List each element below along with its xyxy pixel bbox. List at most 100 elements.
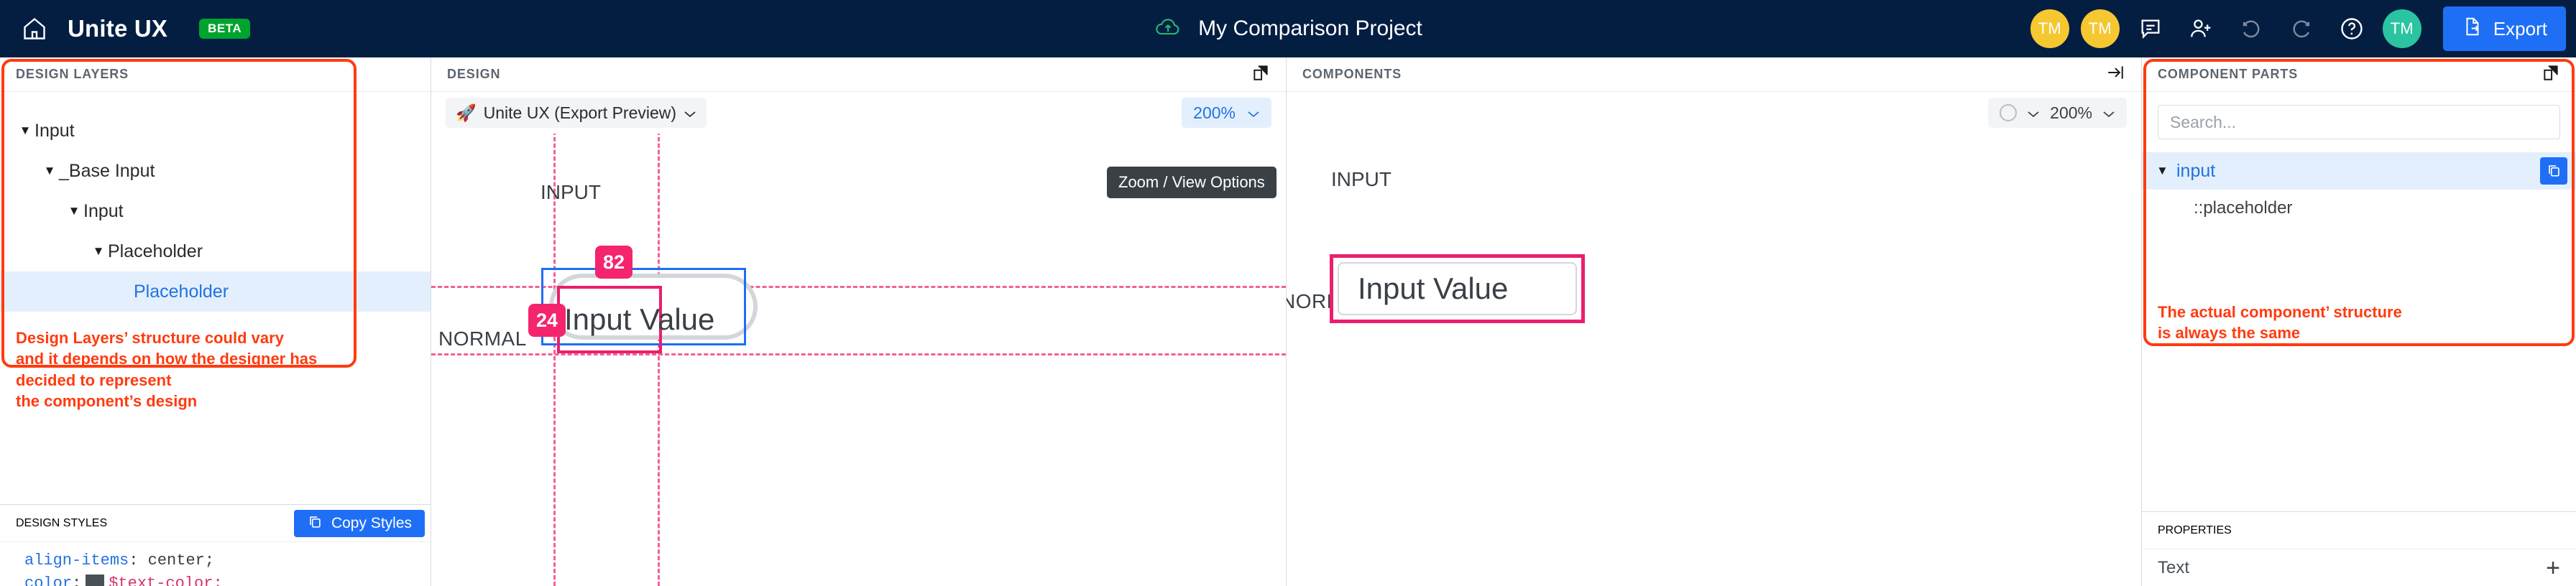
property-label: Text	[2158, 557, 2190, 577]
panel-title: DESIGN LAYERS	[16, 67, 129, 81]
css-property: align-items	[24, 552, 129, 569]
design-styles-title: DESIGN STYLES	[16, 516, 108, 529]
undo-icon[interactable]	[2226, 0, 2276, 57]
page-title: My Comparison Project	[1198, 17, 1422, 40]
redo-icon[interactable]	[2276, 0, 2327, 57]
tree-row[interactable]: ▼ Input	[0, 191, 431, 231]
css-property: color	[24, 574, 73, 586]
main-area: DESIGN LAYERS ▼ Input ▼ _Base Input ▼ In…	[0, 57, 2576, 586]
canvas-label-input: INPUT	[1331, 168, 1392, 190]
chevron-down-icon[interactable]: ▼	[16, 124, 34, 138]
help-icon[interactable]	[2327, 0, 2377, 57]
parts-row-selected[interactable]: ▼ input	[2142, 152, 2576, 190]
panel-title: COMPONENTS	[1302, 67, 1402, 81]
project-title-group: My Comparison Project	[1154, 17, 1422, 42]
design-canvas[interactable]: INPUT NORMAL Input Value 82 24	[431, 134, 1286, 586]
tree-row[interactable]: ▼ Placeholder	[0, 231, 431, 271]
annotation-text-right: The actual component’ structure is alway…	[2158, 303, 2402, 343]
components-theme-dropdown[interactable]: 200%	[1988, 98, 2127, 128]
zoom-value: 200%	[1193, 103, 1236, 122]
copy-styles-button[interactable]: Copy Styles	[293, 509, 425, 537]
chevron-down-icon[interactable]: ▼	[2156, 164, 2176, 178]
tree-item-label: Placeholder	[134, 281, 229, 302]
canvas-label-input: INPUT	[540, 181, 601, 203]
top-bar: Unite UX BETA My Comparison Project TM T…	[0, 0, 2576, 57]
property-row[interactable]: Text +	[2142, 549, 2576, 586]
home-icon[interactable]	[20, 16, 49, 42]
chevron-down-icon[interactable]: ▼	[65, 204, 83, 218]
design-panel-header: DESIGN	[431, 57, 1286, 92]
properties-header: PROPERTIES	[2142, 511, 2576, 549]
tree-row[interactable]: ▼ Input	[0, 111, 431, 151]
export-file-icon	[2462, 16, 2483, 42]
chevron-down-icon	[1247, 103, 1260, 123]
design-source-dropdown[interactable]: 🚀 Unite UX (Export Preview)	[446, 98, 707, 128]
parts-item-label: ::placeholder	[2194, 198, 2293, 218]
guide-line-horizontal	[431, 353, 1286, 355]
copy-styles-label: Copy Styles	[331, 514, 412, 531]
component-parts-header: COMPONENT PARTS	[2142, 57, 2576, 92]
design-styles-code: align-items: center; color: $text-color;	[0, 541, 431, 586]
panel-layout-icon[interactable]	[1251, 63, 1270, 85]
tree-row[interactable]: ▼ _Base Input	[0, 151, 431, 191]
add-property-icon[interactable]: +	[2546, 556, 2560, 580]
components-panel-header: COMPONENTS	[1287, 57, 2141, 92]
css-variable: $text-color;	[109, 574, 223, 586]
design-panel: DESIGN 🚀 Unite UX (Export Preview) 200%	[431, 57, 1287, 586]
copy-part-button[interactable]	[2540, 157, 2567, 185]
search-input[interactable]	[2158, 105, 2560, 139]
component-parts-panel: COMPONENT PARTS ▼ input	[2142, 57, 2576, 586]
component-input[interactable]: Input Value	[1330, 254, 1585, 323]
collapse-right-icon[interactable]	[2105, 63, 2125, 85]
chevron-down-icon[interactable]: ▼	[89, 244, 108, 259]
parts-item-label: input	[2176, 160, 2216, 181]
tree-row-selected[interactable]: Placeholder	[0, 271, 431, 312]
zoom-tooltip: Zoom / View Options	[1107, 167, 1276, 198]
chevron-down-icon	[2027, 103, 2040, 123]
parts-row[interactable]: ::placeholder	[2142, 190, 2576, 227]
badge-height: 24	[528, 304, 566, 337]
badge-width: 82	[595, 246, 632, 279]
chevron-down-icon[interactable]: ▼	[40, 164, 59, 178]
comment-icon[interactable]	[2125, 0, 2176, 57]
component-parts-tree: ▼ input ::placeholder	[2142, 152, 2576, 227]
css-value: : center;	[129, 552, 215, 569]
export-button[interactable]: Export	[2442, 6, 2566, 51]
avatar[interactable]: TM	[2080, 9, 2120, 48]
components-canvas[interactable]: INPUT NORMAL Input Value	[1287, 134, 2141, 586]
search-field-wrapper	[2142, 92, 2576, 152]
code-line: align-items: center;	[24, 549, 431, 572]
tree-item-label: Input	[83, 200, 124, 221]
design-styles-header: DESIGN STYLES Copy Styles	[0, 504, 431, 541]
cloud-upload-icon	[1154, 17, 1182, 42]
export-label: Export	[2493, 17, 2547, 39]
circle-icon	[2000, 104, 2018, 121]
avatar[interactable]: TM	[2030, 9, 2069, 48]
panel-title: DESIGN	[447, 67, 501, 81]
design-layers-header: DESIGN LAYERS	[0, 57, 431, 92]
code-line: color: $text-color;	[24, 572, 431, 586]
canvas-label-state: NORMAL	[438, 327, 527, 350]
design-layers-tree: ▼ Input ▼ _Base Input ▼ Input ▼ Placehol…	[0, 92, 431, 312]
guide-line-vertical	[658, 134, 660, 586]
text-bounding-box: Input Value	[557, 286, 714, 353]
properties-title: PROPERTIES	[2158, 524, 2232, 536]
panel-layout-icon[interactable]	[2542, 63, 2560, 85]
beta-badge: BETA	[199, 19, 251, 39]
component-input-value: Input Value	[1358, 271, 1509, 305]
design-zoom-dropdown[interactable]: 200%	[1182, 98, 1271, 128]
annotation-text-left: Design Layers’ structure could vary and …	[16, 329, 318, 410]
design-layers-panel: DESIGN LAYERS ▼ Input ▼ _Base Input ▼ In…	[0, 57, 431, 586]
chevron-down-icon	[684, 103, 696, 123]
rocket-icon: 🚀	[456, 103, 477, 122]
panel-title: COMPONENT PARTS	[2158, 67, 2299, 81]
chevron-down-icon	[2102, 103, 2115, 123]
zoom-value: 200%	[2050, 103, 2092, 122]
copy-icon	[307, 513, 323, 534]
tree-item-label: Placeholder	[108, 241, 203, 261]
components-panel: COMPONENTS 200% INPUT NORMAL Input Value	[1287, 57, 2142, 586]
design-canvas-toolbar: 🚀 Unite UX (Export Preview) 200%	[431, 92, 1286, 134]
avatar[interactable]: TM	[2382, 9, 2421, 48]
css-colon: :	[72, 574, 82, 586]
add-user-icon[interactable]	[2176, 0, 2226, 57]
